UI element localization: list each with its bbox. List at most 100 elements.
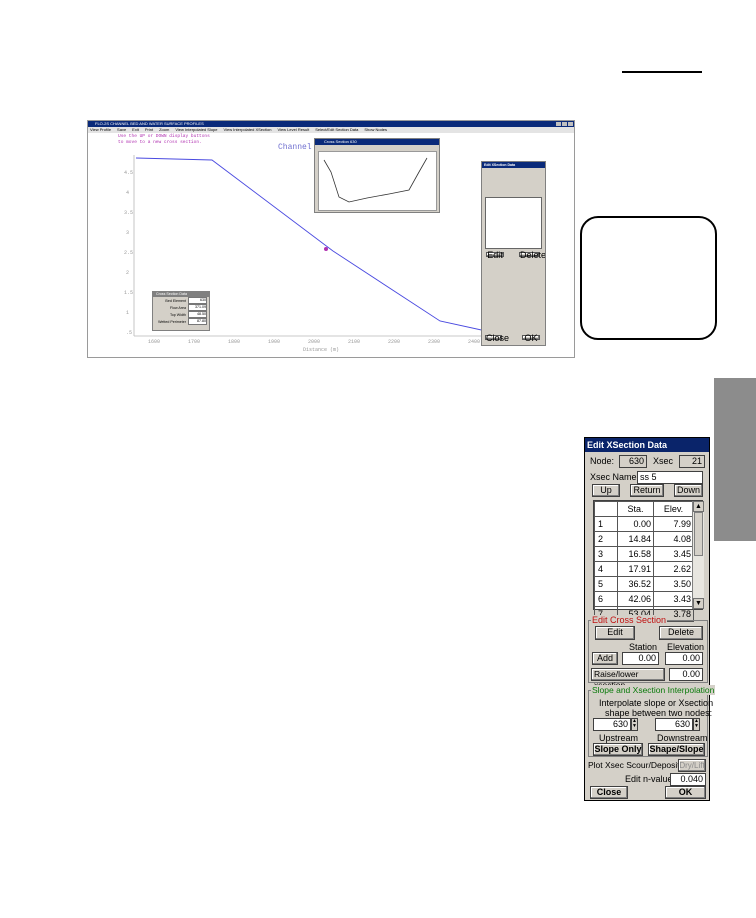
cross-section-popup: Cross Section 630 (314, 138, 440, 213)
x-tick-label: 1800 (228, 339, 240, 345)
prop-value: 630 (188, 297, 207, 304)
edit-xsection-dialog: Edit XSection Data Node: 630 Xsec 21 Xse… (584, 437, 716, 801)
y-tick-label: 1 (126, 310, 129, 316)
elevation-cell[interactable]: 3.45 (653, 546, 694, 562)
edit-button[interactable]: Edit (595, 626, 635, 640)
upstream-label: Upstream (599, 733, 639, 743)
down-button[interactable]: Down (674, 484, 703, 497)
mini-close-button[interactable]: Close (485, 334, 509, 343)
elevation-cell[interactable]: 3.50 (653, 576, 694, 592)
up-button[interactable]: Up (592, 484, 620, 497)
node-label: Node: (590, 456, 615, 466)
n-value-label: Edit n-value: (625, 774, 676, 784)
column-header-sta: Sta. (617, 501, 654, 517)
table-row[interactable]: 1 0.00 7.99 (594, 516, 694, 532)
row-index: 4 (594, 561, 618, 577)
section-tab (714, 378, 756, 541)
prop-label: Bed Element (165, 298, 186, 303)
mini-ok-button[interactable]: OK (522, 334, 540, 343)
scroll-down-icon[interactable]: ▼ (693, 598, 704, 609)
x-tick-label: 2100 (348, 339, 360, 345)
cross-section-plot (318, 151, 437, 211)
return-button[interactable]: Return (630, 484, 664, 497)
close-button[interactable]: Close (590, 786, 628, 799)
x-tick-label: 2200 (388, 339, 400, 345)
selected-node-marker (324, 247, 328, 251)
x-tick-label: 1900 (268, 339, 280, 345)
upstream-spinner-icon[interactable]: ▲ ▼ (631, 718, 638, 731)
scroll-up-icon[interactable]: ▲ (693, 501, 704, 512)
mini-data-grid (485, 197, 542, 249)
table-row[interactable]: 6 42.06 3.43 (594, 591, 694, 607)
row-index: 5 (594, 576, 618, 592)
table-row[interactable]: 5 36.52 3.50 (594, 576, 694, 592)
downstream-node-input[interactable]: 630 (655, 718, 693, 731)
prop-value: 48.50 (188, 311, 207, 318)
elevation-cell[interactable]: 3.43 (653, 591, 694, 607)
prop-value: 87.80 (188, 318, 207, 325)
dialog-title: Edit XSection Data (585, 438, 709, 452)
shape-slope-button[interactable]: Shape/Slope (648, 743, 705, 756)
row-index: 1 (594, 516, 618, 532)
xsec-name-input[interactable]: ss 5 (637, 471, 703, 484)
station-cell[interactable]: 14.84 (617, 531, 654, 547)
mini-delete-button[interactable]: Delete (519, 251, 545, 260)
edit-group-title: Edit Cross Section (591, 615, 668, 625)
y-tick-label: 2 (126, 270, 129, 276)
dry-lift-button[interactable]: Dry/Lift (678, 759, 706, 772)
station-cell[interactable]: 42.06 (617, 591, 654, 607)
station-cell[interactable]: 0.00 (617, 516, 654, 532)
callout-box (580, 216, 717, 340)
raise-lower-button[interactable]: Raise/lower xsection (591, 668, 665, 690)
delete-button[interactable]: Delete (659, 626, 703, 640)
interpolate-text: shape between two nodes: (605, 708, 713, 718)
station-label: Station (629, 642, 658, 652)
header-rule (622, 71, 702, 73)
x-tick-label: 2400 (468, 339, 480, 345)
ok-button[interactable]: OK (665, 786, 706, 799)
mini-edit-xsection-dialog: Edit XSection Data Edit Delete Close OK (481, 161, 546, 346)
elevation-cell[interactable]: 2.62 (653, 561, 694, 577)
row-index: 2 (594, 531, 618, 547)
station-cell[interactable]: 16.58 (617, 546, 654, 562)
y-tick-label: 2.5 (124, 250, 133, 256)
y-tick-label: 4.5 (124, 170, 133, 176)
elevation-label: Elevation (667, 642, 705, 652)
elevation-cell[interactable]: 7.99 (653, 516, 694, 532)
station-input[interactable]: 0.00 (622, 652, 659, 665)
x-tick-label: 2000 (308, 339, 320, 345)
raise-lower-input[interactable]: 0.00 (669, 668, 703, 681)
mini-edit-button[interactable]: Edit (486, 251, 504, 260)
add-button[interactable]: Add (592, 652, 618, 665)
prop-label: Flow Area (170, 305, 186, 310)
table-row[interactable]: 2 14.84 4.08 (594, 531, 694, 547)
prop-label: Wetted Perimeter (158, 319, 186, 324)
column-header-elev: Elev. (653, 501, 694, 517)
x-tick-label: 1600 (148, 339, 160, 345)
downstream-spinner-icon[interactable]: ▲ ▼ (693, 718, 700, 731)
elevation-cell[interactable]: 4.08 (653, 531, 694, 547)
x-tick-label: 2300 (428, 339, 440, 345)
table-row[interactable]: 4 17.91 2.62 (594, 561, 694, 577)
grid-scrollbar[interactable]: ▲ ▼ (692, 501, 704, 609)
slope-only-button[interactable]: Slope Only (593, 743, 643, 756)
x-tick-label: 1700 (188, 339, 200, 345)
elevation-input[interactable]: 0.00 (665, 652, 703, 665)
y-tick-label: 3.5 (124, 210, 133, 216)
row-index: 3 (594, 546, 618, 562)
mini-dialog-title: Edit XSection Data (482, 162, 545, 168)
cross-section-line (323, 157, 428, 203)
station-cell[interactable]: 17.91 (617, 561, 654, 577)
station-cell[interactable]: 36.52 (617, 576, 654, 592)
grid-header-row: Sta. Elev. (594, 501, 694, 517)
y-tick-label: 1.5 (124, 290, 133, 296)
scroll-thumb[interactable] (694, 512, 703, 556)
xsec-value: 21 (679, 455, 705, 468)
upstream-node-input[interactable]: 630 (593, 718, 631, 731)
xsection-data-grid: Sta. Elev. 1 0.00 7.99 2 14.84 4.08 3 16.58 3.… (593, 500, 704, 622)
table-row[interactable]: 3 16.58 3.45 (594, 546, 694, 562)
xsec-name-label: Xsec Name: (590, 472, 640, 482)
node-value: 630 (619, 455, 647, 468)
n-value-input[interactable]: 0.040 (670, 773, 706, 786)
interpolate-text: Interpolate slope or Xsection (599, 698, 714, 708)
